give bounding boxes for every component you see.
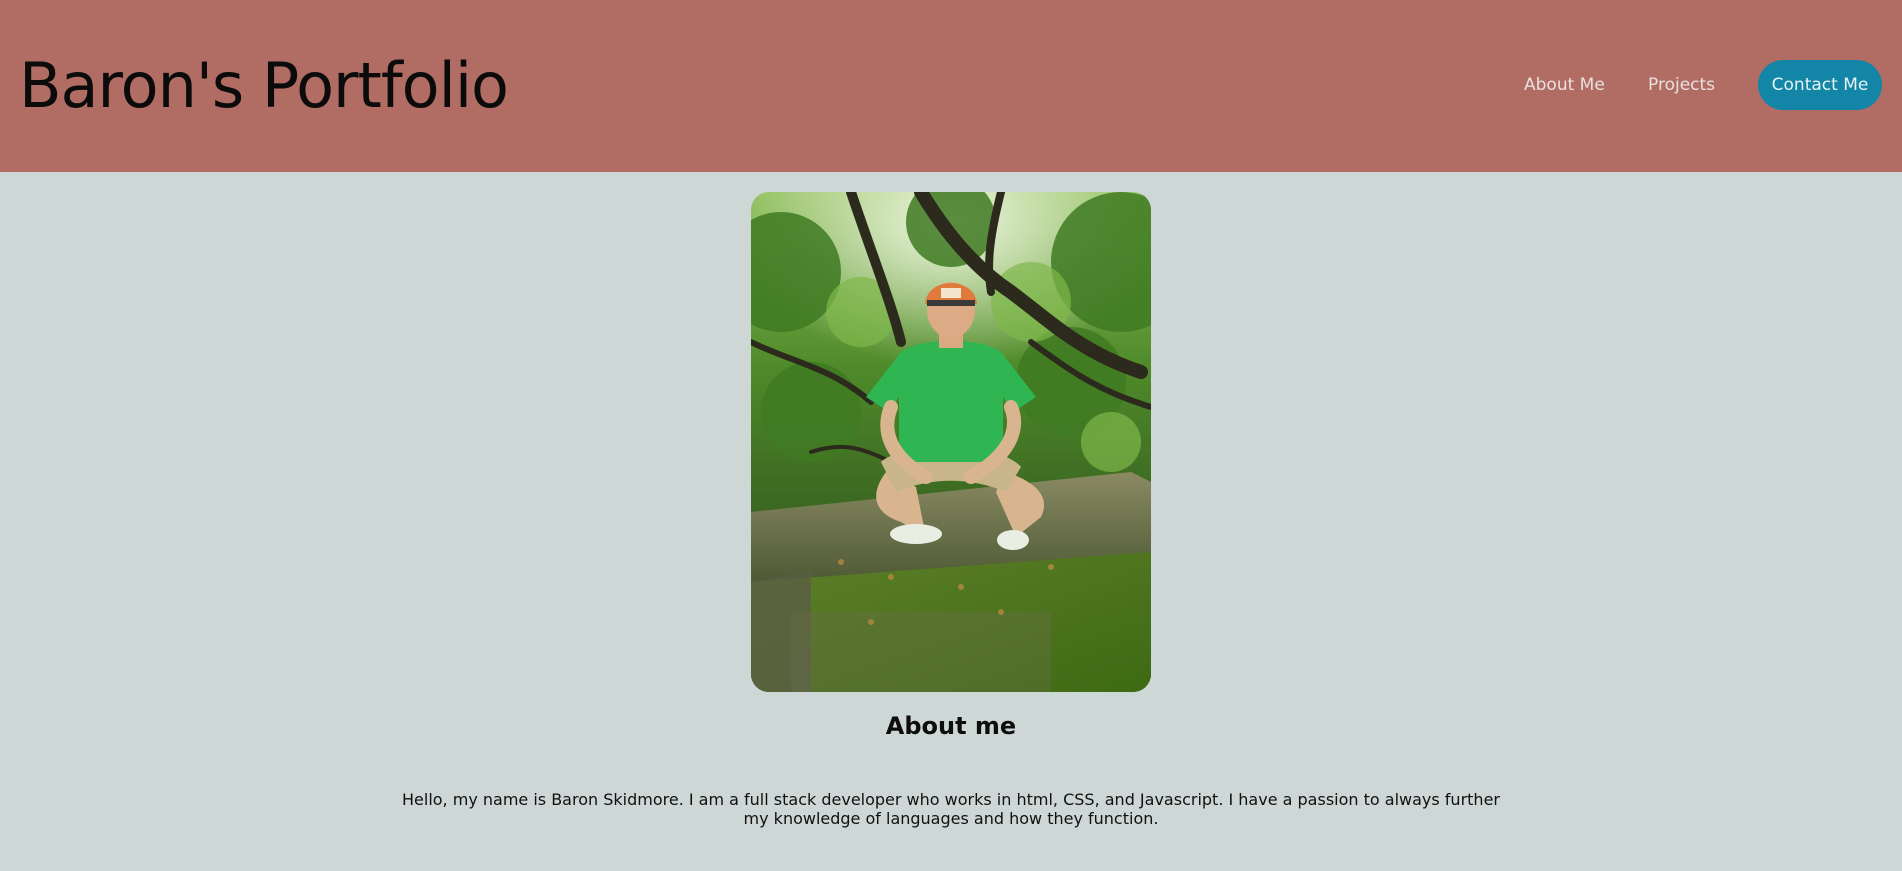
site-header: Baron's Portfolio About Me Projects Cont… [0,0,1902,172]
contact-me-button[interactable]: Contact Me [1758,60,1882,110]
main-nav: About Me Projects Contact Me [0,60,1902,110]
about-heading: About me [885,712,1017,740]
nav-link-projects[interactable]: Projects [1648,60,1715,110]
nav-link-about-me[interactable]: About Me [1524,60,1605,110]
profile-photo-image [751,192,1151,692]
profile-photo [751,192,1151,692]
about-bio-text: Hello, my name is Baron Skidmore. I am a… [402,790,1500,828]
